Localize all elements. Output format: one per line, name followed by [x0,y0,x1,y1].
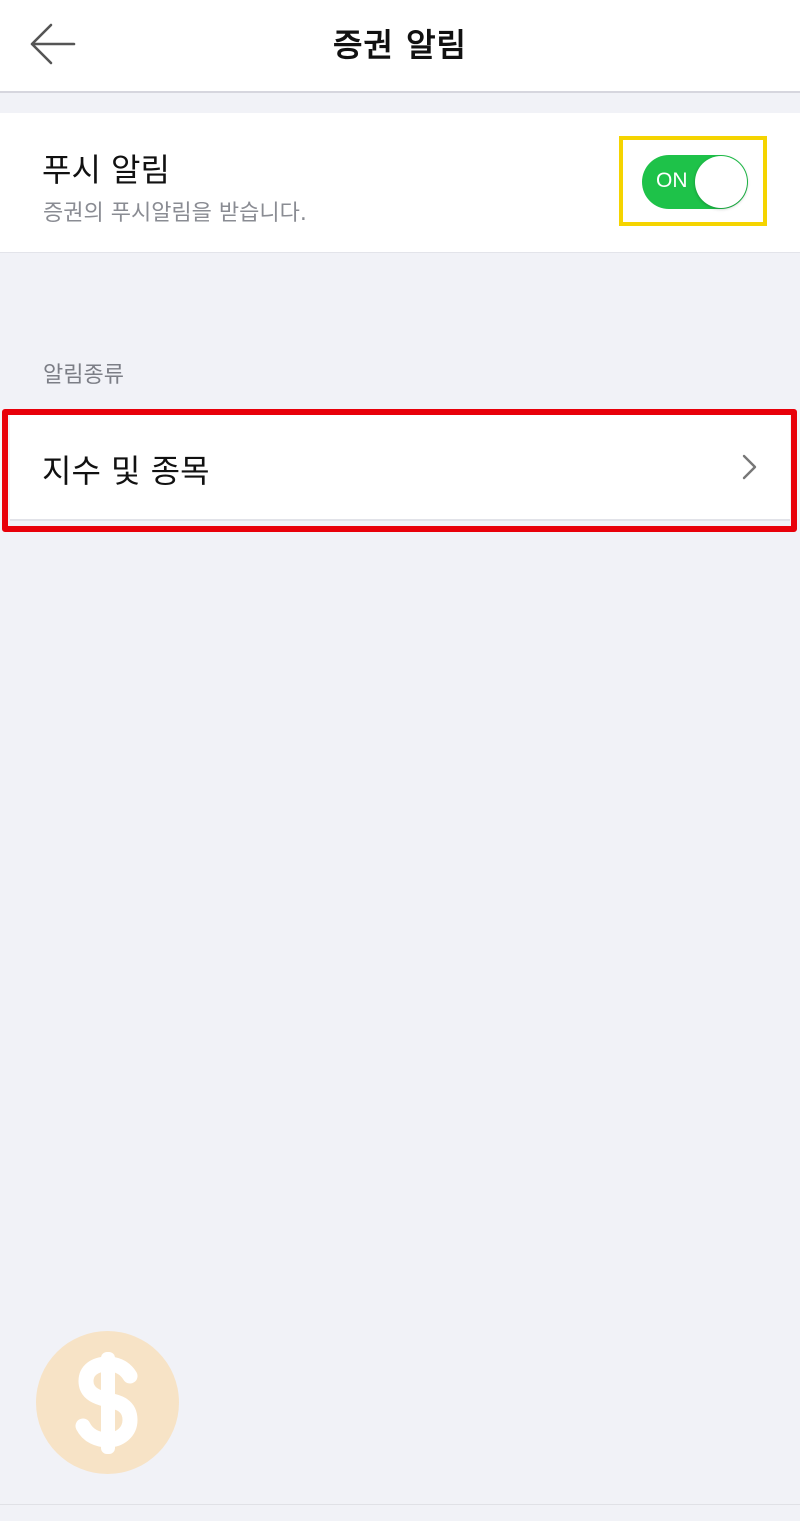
push-description: 증권의 푸시알림을 받습니다. [43,201,307,226]
dollar-icon [75,1351,138,1454]
page-title: 증권 알림 [333,26,467,64]
item-highlight-box [2,409,797,532]
toggle-highlight-box [619,136,767,226]
dollar-badge[interactable] [36,1331,179,1474]
top-bar: 증권 알림 [0,0,800,93]
bottom-divider [0,1504,800,1521]
push-title: 푸시 알림 [42,151,170,189]
section-label: 알림종류 [43,363,124,388]
